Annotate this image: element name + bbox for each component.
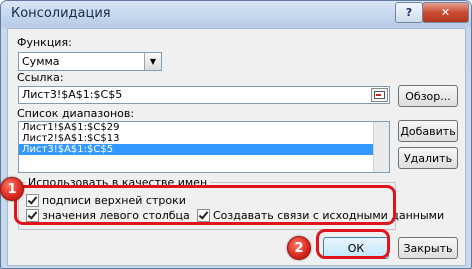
delete-button[interactable]: Удалить	[398, 147, 458, 169]
step-badge-2: 2	[287, 236, 311, 260]
reference-label: Ссылка:	[17, 71, 64, 84]
consolidation-dialog: Консолидация ? ✕ Функция: Сумма ▼ Ссылка…	[0, 0, 472, 269]
list-item-selected[interactable]: Лист3!$A$1:$C$5	[19, 144, 389, 155]
dialog-body: Функция: Сумма ▼ Ссылка: Лист3!$A$1:$C$5…	[7, 28, 466, 266]
browse-button[interactable]: Обзор...	[398, 85, 458, 107]
reference-value: Лист3!$A$1:$C$5	[22, 88, 123, 101]
listbox-scrollbar[interactable]	[373, 122, 389, 172]
step-badge-1: 1	[0, 177, 24, 201]
reference-input[interactable]: Лист3!$A$1:$C$5	[18, 86, 390, 104]
chevron-down-icon[interactable]: ▼	[144, 53, 161, 70]
close-window-button[interactable]: ✕	[422, 2, 469, 23]
function-label: Функция:	[17, 36, 72, 49]
list-item[interactable]: Лист1!$A$1:$C$29	[19, 122, 389, 133]
function-select[interactable]: Сумма ▼	[18, 52, 162, 71]
collapse-dialog-icon[interactable]	[371, 88, 388, 102]
add-button[interactable]: Добавить	[398, 120, 458, 142]
highlight-checkboxes	[14, 185, 396, 225]
function-value: Сумма	[22, 55, 60, 68]
highlight-ok	[316, 229, 390, 259]
help-button[interactable]: ?	[395, 2, 423, 23]
ranges-label: Список диапазонов:	[17, 107, 135, 120]
ranges-listbox[interactable]: Лист1!$A$1:$C$29 Лист2!$A$1:$C$13 Лист3!…	[18, 121, 390, 173]
close-button[interactable]: Закрыть	[398, 237, 458, 259]
dialog-title: Консолидация	[11, 6, 111, 21]
title-bar[interactable]: Консолидация ? ✕	[1, 1, 471, 27]
list-item[interactable]: Лист2!$A$1:$C$13	[19, 133, 389, 144]
